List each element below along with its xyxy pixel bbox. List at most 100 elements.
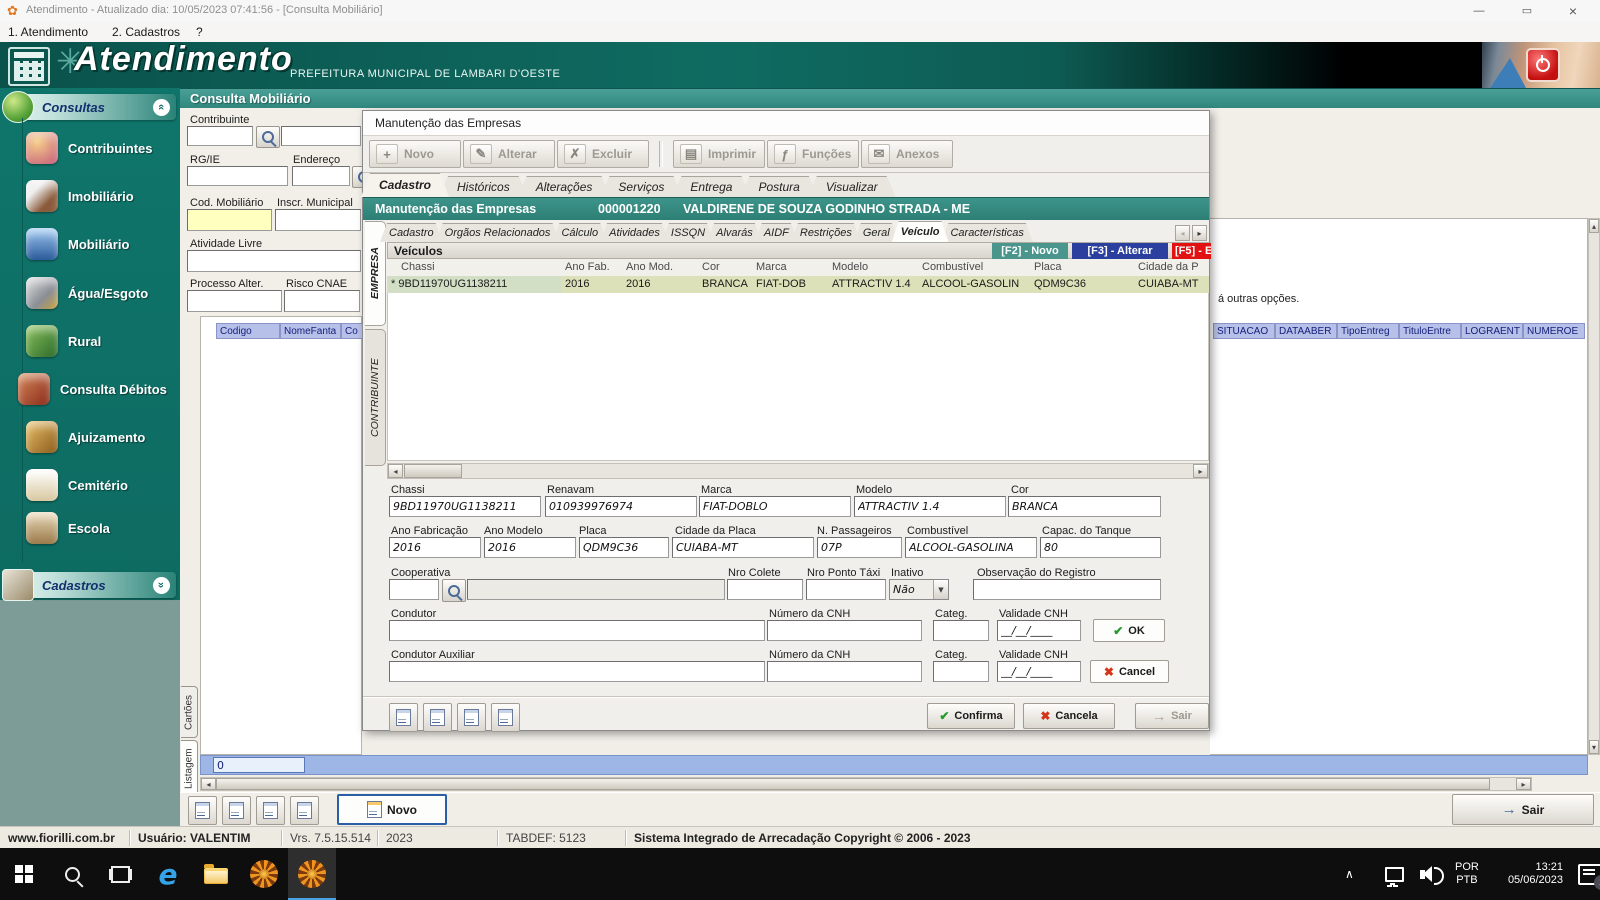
column-header[interactable]: Codigo xyxy=(216,323,280,339)
itab-orgaos-relacionados[interactable]: Orgãos Relacionados xyxy=(436,223,560,242)
inscr-municipal-input[interactable] xyxy=(275,209,361,231)
cancela-button[interactable]: ✖ Cancela xyxy=(1023,703,1115,729)
toolbar-anexos-button[interactable]: ✉Anexos xyxy=(861,140,953,168)
toolbar-alterar-button[interactable]: ✎Alterar xyxy=(463,140,555,168)
sidebar-item-mobiliario[interactable]: Mobiliário xyxy=(26,224,176,264)
itab-issqn[interactable]: ISSQN xyxy=(662,223,714,242)
itab-calculo[interactable]: Cálculo xyxy=(552,223,607,242)
dropdown-arrow-icon[interactable]: ▼ xyxy=(933,580,948,599)
placa-input[interactable] xyxy=(579,537,669,558)
record-last-button[interactable] xyxy=(290,796,319,825)
menu-help[interactable]: ? xyxy=(196,25,203,39)
dialog-record-prev-button[interactable] xyxy=(423,703,452,732)
task-view-button[interactable] xyxy=(96,848,144,900)
action-center-button[interactable]: 1 xyxy=(1578,848,1600,900)
passageiros-input[interactable] xyxy=(817,537,902,558)
inner-tabs-scroll-left[interactable]: ◂ xyxy=(1175,225,1190,241)
menu-atendimento[interactable]: 1. Atendimento xyxy=(8,25,88,39)
toolbar-funcoes-button[interactable]: ƒFunções xyxy=(767,140,859,168)
taskbar-fiorilli-app1-button[interactable] xyxy=(240,848,288,900)
taskbar-browser-button[interactable]: e xyxy=(144,848,192,900)
itab-alvaras[interactable]: Alvarás xyxy=(707,223,762,242)
tab-postura[interactable]: Postura xyxy=(740,176,817,197)
collapse-icon[interactable]: « xyxy=(153,99,170,116)
power-button[interactable] xyxy=(1526,48,1560,82)
inner-tabs-scroll-right[interactable]: ▸ xyxy=(1192,225,1207,241)
volume-tray-icon[interactable] xyxy=(1420,848,1433,900)
renavam-input[interactable] xyxy=(545,496,697,517)
column-header[interactable]: Marca xyxy=(752,259,828,276)
dialog-sair-button[interactable]: → Sair xyxy=(1135,703,1209,729)
scroll-left-arrow[interactable]: ◂ xyxy=(201,778,216,790)
sidebar-section-cadastros[interactable]: Cadastros « xyxy=(4,572,176,598)
condutor-validade-input[interactable] xyxy=(997,620,1081,641)
taskbar-fiorilli-app2-button[interactable] xyxy=(288,848,336,900)
main-horizontal-scrollbar[interactable]: ◂ ▸ xyxy=(200,777,1532,791)
network-tray-icon[interactable] xyxy=(1385,848,1404,900)
condutor-auxiliar-input[interactable] xyxy=(389,661,765,682)
minimize-button[interactable]: — xyxy=(1462,2,1496,20)
language-indicator[interactable]: POR PTB xyxy=(1455,848,1479,900)
toolbar-imprimir-button[interactable]: ▤Imprimir xyxy=(673,140,765,168)
scroll-thumb[interactable] xyxy=(216,778,1490,790)
dialog-record-last-button[interactable] xyxy=(491,703,520,732)
column-header[interactable]: NomeFanta xyxy=(280,323,341,339)
condutor-aux-cnh-input[interactable] xyxy=(767,661,922,682)
column-header[interactable]: TituloEntre xyxy=(1399,323,1461,339)
condutor-cnh-input[interactable] xyxy=(767,620,922,641)
taskbar-explorer-button[interactable] xyxy=(192,848,240,900)
column-header[interactable]: Placa xyxy=(1030,259,1134,276)
cooperativa-code-input[interactable] xyxy=(389,579,439,600)
cooperativa-search-button[interactable] xyxy=(442,579,466,602)
column-header[interactable]: Cor xyxy=(698,259,752,276)
inativo-select[interactable]: Não ▼ xyxy=(889,579,949,600)
rgie-input[interactable] xyxy=(187,166,288,186)
sidebar-item-ajuizamento[interactable]: Ajuizamento xyxy=(26,417,176,457)
tray-chevron-button[interactable]: ∧ xyxy=(1345,848,1354,900)
cod-mobiliario-input[interactable] xyxy=(187,209,272,231)
sidebar-item-escola[interactable]: Escola xyxy=(26,508,176,548)
scroll-up-arrow[interactable]: ▴ xyxy=(1589,219,1599,233)
record-prev-button[interactable] xyxy=(222,796,251,825)
scroll-right-arrow[interactable]: ▸ xyxy=(1516,778,1531,790)
column-header[interactable]: NUMEROE xyxy=(1523,323,1585,339)
tab-cadastro[interactable]: Cadastro xyxy=(361,173,449,197)
tab-visualizar[interactable]: Visualizar xyxy=(808,176,896,197)
itab-cadastro[interactable]: Cadastro xyxy=(380,223,443,242)
sair-button[interactable]: → Sair xyxy=(1452,794,1594,825)
contribuinte-search-button[interactable] xyxy=(256,126,280,148)
contribuinte-code-input[interactable] xyxy=(187,126,253,146)
column-header[interactable]: LOGRAENT xyxy=(1461,323,1523,339)
atividade-livre-input[interactable] xyxy=(187,250,361,272)
grid-vertical-scrollbar[interactable]: ▴ ▾ xyxy=(1588,218,1600,755)
marca-input[interactable] xyxy=(699,496,851,517)
scroll-left-arrow[interactable]: ◂ xyxy=(388,464,403,478)
taskbar-search-button[interactable] xyxy=(48,848,96,900)
column-header[interactable]: TipoEntreg xyxy=(1337,323,1399,339)
tab-listagem[interactable]: Listagem xyxy=(181,740,198,798)
column-header[interactable]: Chassi xyxy=(387,259,561,276)
cor-input[interactable] xyxy=(1008,496,1161,517)
sidebar-item-imobiliario[interactable]: Imobiliário xyxy=(26,176,176,216)
tab-cartoes[interactable]: Cartões xyxy=(181,686,198,738)
combustivel-input[interactable] xyxy=(905,537,1037,558)
scroll-right-arrow[interactable]: ▸ xyxy=(1193,464,1208,478)
restore-button[interactable]: ▭ xyxy=(1510,2,1544,20)
tab-historicos[interactable]: Históricos xyxy=(439,176,528,197)
column-header[interactable]: Co xyxy=(341,323,363,339)
close-button[interactable]: × xyxy=(1556,2,1590,20)
tab-alteracoes[interactable]: Alterações xyxy=(518,176,611,197)
capac-tanque-input[interactable] xyxy=(1040,537,1161,558)
expand-icon[interactable]: « xyxy=(153,577,170,594)
sidebar-item-consulta-debitos[interactable]: Consulta Débitos xyxy=(18,369,168,409)
listagem-count-field[interactable] xyxy=(213,757,305,773)
tab-entrega[interactable]: Entrega xyxy=(672,176,750,197)
dialog-record-first-button[interactable] xyxy=(389,703,418,732)
vehicle-row[interactable]: * 9BD11970UG1138211 2016 2016 BRANCA FIA… xyxy=(387,276,1209,294)
condutor-aux-validade-input[interactable] xyxy=(997,661,1081,682)
itab-aidf[interactable]: AIDF xyxy=(755,223,798,242)
confirma-button[interactable]: ✔ Confirma xyxy=(927,703,1015,729)
condutor-input[interactable] xyxy=(389,620,765,641)
risco-cnae-input[interactable] xyxy=(284,290,360,312)
contribuinte-name-input[interactable] xyxy=(281,126,361,146)
